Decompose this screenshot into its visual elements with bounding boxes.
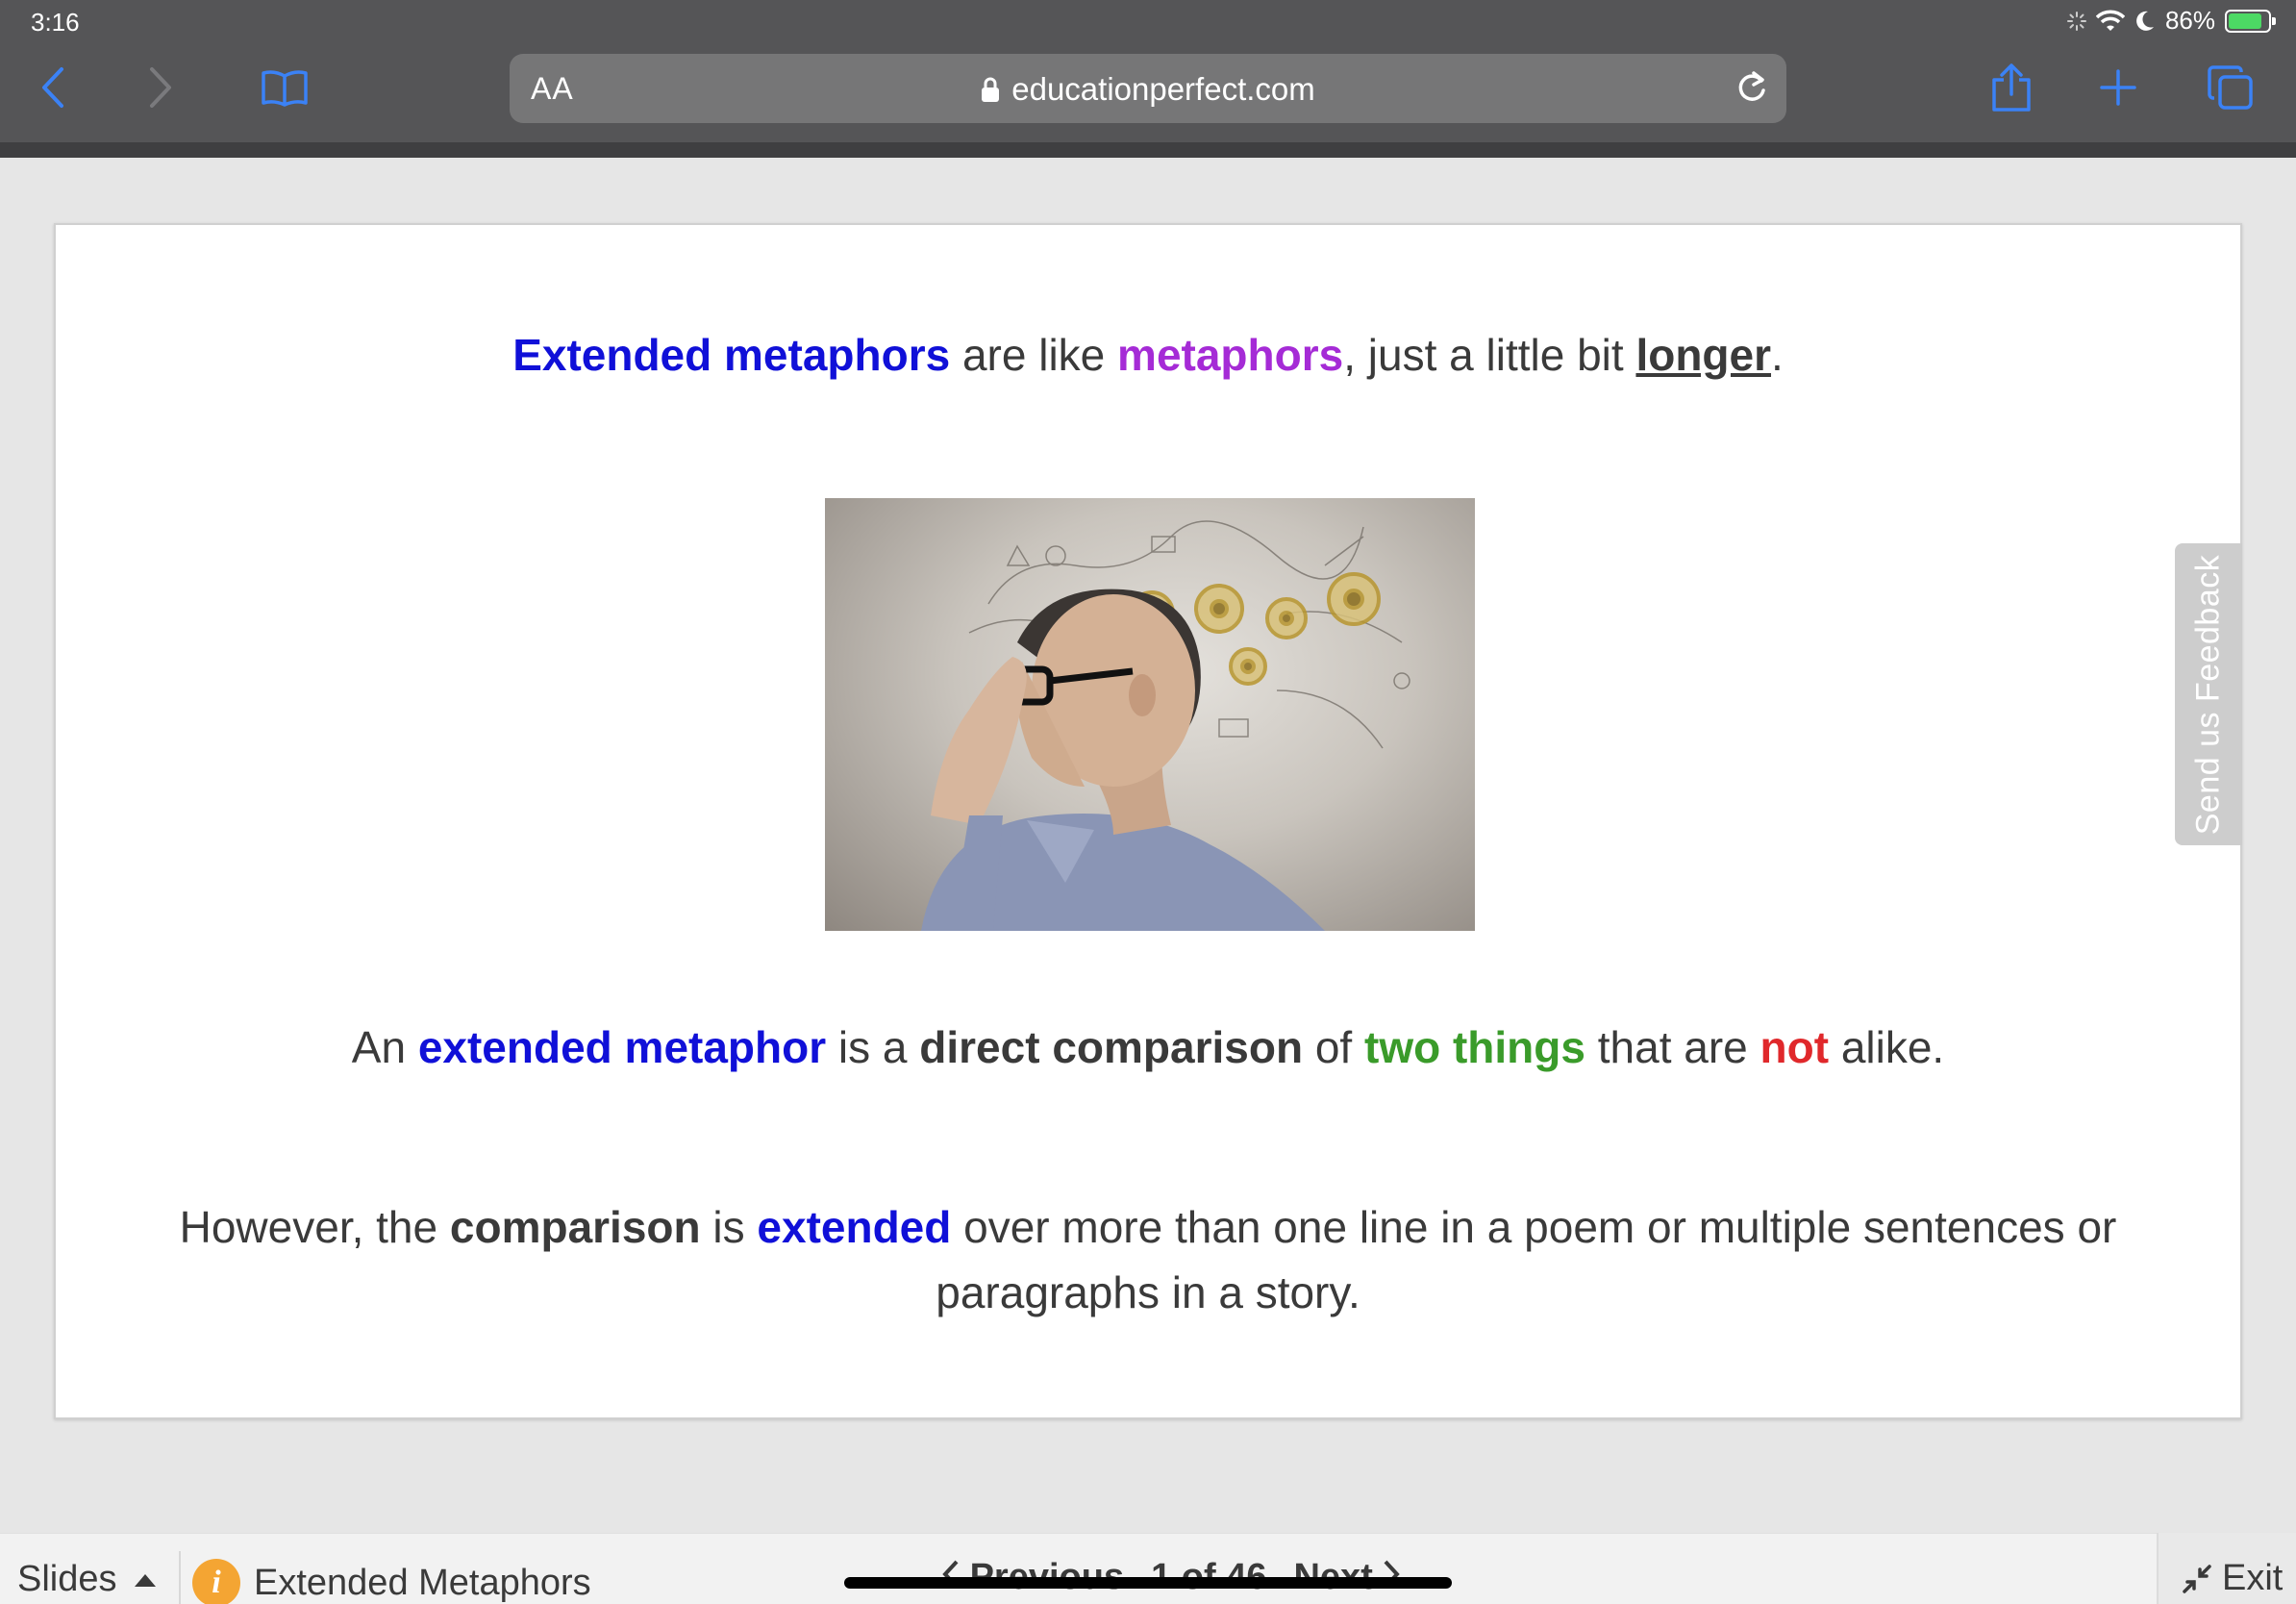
definition-sentence: An extended metaphor is a direct compari… [56,1021,2240,1073]
battery-fill [2229,13,2262,29]
home-indicator [844,1577,1452,1589]
caret-up-icon [134,1573,156,1587]
book-icon [262,70,308,107]
bottom-nav-bar: Slides i Extended Metaphors Previous 1 o… [0,1533,2296,1604]
toolbar-divider [0,142,2296,158]
term-extended-metaphors: Extended metaphors [512,330,951,380]
browser-toolbar: AA educationperfect.com [0,43,2296,142]
status-time: 3:16 [31,8,80,37]
intro-text-2: , just a little bit [1343,330,1636,380]
status-indicators: 86% [2066,6,2276,36]
new-tab-button[interactable] [2092,43,2144,132]
back-button[interactable] [29,43,77,132]
wifi-icon [2095,10,2125,31]
reload-icon [1738,71,1765,101]
url-text: educationperfect.com [1011,71,1315,107]
lesson-title: Extended Metaphors [254,1562,591,1603]
slide-card: Extended metaphors are like metaphors, j… [54,223,2242,1419]
expl-text-1: However, the [179,1202,450,1252]
url-display[interactable]: educationperfect.com [510,71,1786,108]
def-text-1: An [351,1022,418,1072]
activity-icon [2066,11,2086,31]
explanation-paragraph: However, the comparison is extended over… [56,1194,2240,1325]
share-button[interactable] [1983,43,2040,132]
lock-icon [982,77,1000,102]
battery-percent: 86% [2164,6,2215,35]
chevron-right-icon [150,67,171,108]
status-bar: 3:16 86% [0,0,2296,43]
expl-text-2: is [700,1202,758,1252]
lesson-info[interactable]: i Extended Metaphors [192,1559,591,1604]
term-direct-comparison: direct comparison [919,1022,1304,1072]
term-metaphors: metaphors [1117,330,1344,380]
def-text-2: is a [826,1022,920,1072]
term-comparison: comparison [449,1202,701,1252]
share-icon [1992,63,2031,112]
collapse-arrows-icon [2183,1564,2211,1593]
term-two-things: two things [1364,1022,1585,1072]
intro-sentence: Extended metaphors are like metaphors, j… [56,329,2240,381]
term-longer: longer [1635,330,1772,380]
thinking-man-image [921,520,1410,931]
term-extended: extended [757,1202,952,1252]
illustration-image [825,498,1475,931]
expl-text-3: over more than one line in a poem or mul… [936,1202,2117,1317]
address-bar[interactable]: AA educationperfect.com [510,54,1786,123]
plus-icon [2100,69,2136,106]
term-extended-metaphor: extended metaphor [417,1022,827,1072]
intro-text-1: are like [950,330,1118,380]
def-text-3: of [1303,1022,1364,1072]
slides-menu-button[interactable]: Slides [17,1559,156,1600]
exit-area: Exit [2157,1533,2296,1604]
exit-label: Exit [2222,1558,2284,1598]
tabs-button[interactable] [2204,43,2258,132]
slides-label: Slides [17,1559,117,1599]
term-not: not [1759,1022,1830,1072]
forward-button[interactable] [137,43,185,132]
bottom-divider [179,1551,181,1604]
feedback-tab[interactable]: Send us Feedback [2175,543,2242,845]
battery-icon [2225,9,2276,33]
def-text-4: that are [1585,1022,1760,1072]
chevron-left-icon [42,67,63,108]
exit-button[interactable]: Exit [2182,1558,2283,1599]
intro-text-3: . [1771,330,1784,380]
def-text-5: alike. [1829,1022,1945,1072]
info-icon: i [192,1559,240,1604]
feedback-label: Send us Feedback [2189,554,2227,835]
moon-icon [2136,11,2154,31]
bookmarks-button[interactable] [256,43,313,132]
tabs-icon [2208,65,2253,110]
reload-button[interactable] [1734,69,1769,111]
